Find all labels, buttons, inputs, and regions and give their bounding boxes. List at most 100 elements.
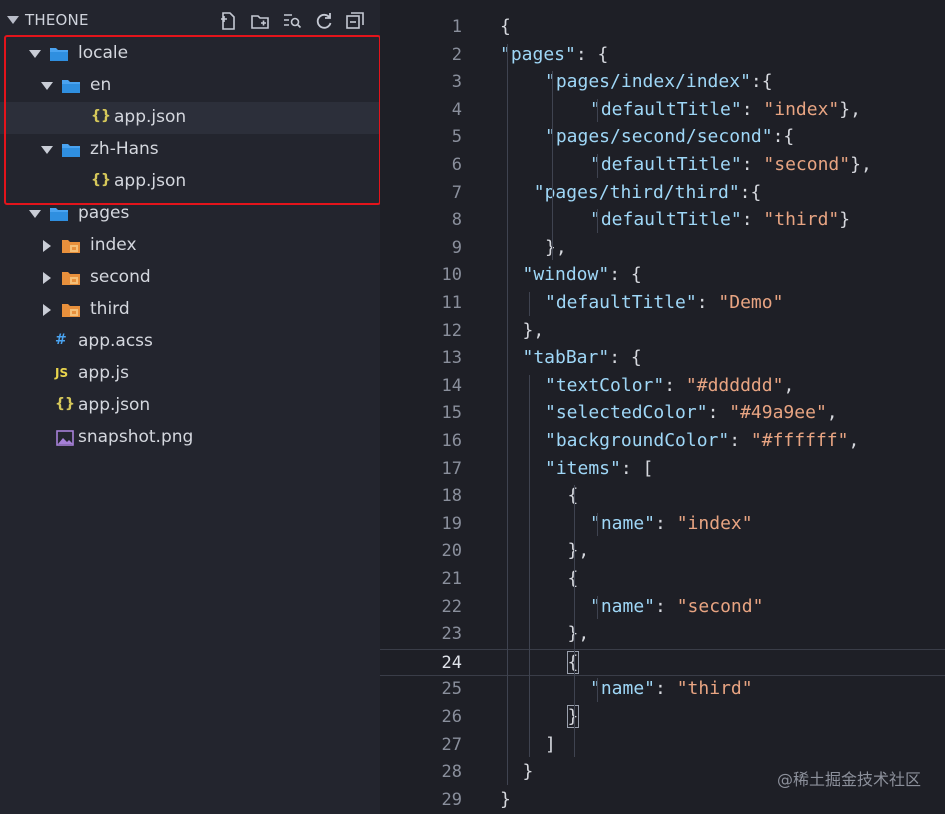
code-text: "defaultTitle": "Demo" <box>545 292 783 313</box>
json-key: "defaultTitle" <box>545 292 697 313</box>
code-line[interactable]: 26} <box>380 704 945 731</box>
code-line[interactable]: 6 "defaultTitle": "second"}, <box>380 152 945 179</box>
tree-item-index[interactable]: index <box>0 230 380 262</box>
tree-item-snapshot-png[interactable]: snapshot.png <box>0 422 380 454</box>
line-number: 7 <box>451 182 462 203</box>
code-editor[interactable]: 1{2 "pages": {3 "pages/index/index":{4 "def… <box>380 0 945 814</box>
line-number: 22 <box>441 596 462 617</box>
code-line[interactable]: 1{ <box>380 14 945 41</box>
json-punctuation: { <box>567 568 579 589</box>
chevron-right-icon[interactable] <box>43 304 51 316</box>
code-line[interactable]: 11 "defaultTitle": "Demo" <box>380 290 945 317</box>
line-number: 18 <box>441 486 462 507</box>
code-line[interactable]: 24 { <box>380 648 945 676</box>
line-number: 17 <box>441 458 462 479</box>
code-line[interactable]: 8 "defaultTitle": "third"} <box>380 207 945 234</box>
line-number: 1 <box>451 17 462 37</box>
tree-item-third[interactable]: third <box>0 294 380 326</box>
chevron-right-icon[interactable] <box>43 272 51 284</box>
folder-open-icon <box>50 208 68 221</box>
json-punctuation: , <box>848 430 860 451</box>
code-line[interactable]: 2 "pages": { <box>380 42 945 69</box>
code-text: }, <box>523 320 545 341</box>
indent-guide <box>596 512 598 537</box>
indent-guide <box>596 595 598 620</box>
tree-item-app-acss[interactable]: # app.acss <box>0 326 380 358</box>
tree-item-second[interactable]: second <box>0 262 380 294</box>
tree-item-app-js[interactable]: JS app.js <box>0 358 380 390</box>
json-punctuation: : <box>741 154 764 175</box>
new-folder-icon[interactable] <box>250 11 270 31</box>
code-text: "backgroundColor": "#ffffff", <box>545 430 859 451</box>
code-text: "items": [ <box>545 458 653 479</box>
code-line[interactable]: 7 "pages/third/third":{ <box>380 180 945 207</box>
code-line[interactable]: 3 "pages/index/index":{ <box>380 69 945 96</box>
code-text: }, <box>568 623 590 644</box>
tree-item-app-json[interactable]: {} app.json <box>0 390 380 422</box>
code-line[interactable]: 18 { <box>380 483 945 510</box>
code-text: }, <box>568 540 590 561</box>
line-number: 5 <box>451 127 462 148</box>
line-number: 10 <box>441 265 462 286</box>
tree-item-label: app.js <box>78 363 129 383</box>
code-line[interactable]: 13 "tabBar": { <box>380 345 945 372</box>
json-punctuation: } <box>522 761 534 783</box>
code-line[interactable]: 5 "pages/second/second":{ <box>380 124 945 151</box>
code-text: "pages/index/index":{ <box>545 71 773 92</box>
project-title: THEONE <box>25 11 89 29</box>
code-text: } <box>566 705 580 728</box>
indent-guide <box>596 678 598 702</box>
line-number: 9 <box>451 237 462 258</box>
search-file-icon[interactable] <box>282 11 302 31</box>
code-line[interactable]: 15 "selectedColor": "#49a9ee", <box>380 400 945 427</box>
page-folder-icon <box>62 240 80 253</box>
json-punctuation: }, <box>545 236 567 258</box>
json-key: "defaultTitle" <box>590 98 742 120</box>
tree-item-label: index <box>90 235 137 255</box>
code-line[interactable]: 23}, <box>380 621 945 648</box>
chevron-right-icon[interactable] <box>43 240 51 252</box>
line-number: 20 <box>441 541 462 562</box>
json-key: "pages/second/second" <box>545 126 773 148</box>
collapse-section-icon[interactable] <box>7 16 19 24</box>
code-text: "tabBar": { <box>523 347 642 368</box>
tree-item-label: second <box>90 267 151 287</box>
json-punctuation: : { <box>609 264 642 286</box>
indent-guide <box>596 98 598 123</box>
collapse-all-icon[interactable] <box>345 11 365 31</box>
code-text: "textColor": "#dddddd", <box>545 375 794 396</box>
code-line[interactable]: 14 "textColor": "#dddddd", <box>380 373 945 400</box>
json-key: "pages/third/third" <box>533 181 740 203</box>
code-line[interactable]: 19 "name": "index" <box>380 511 945 538</box>
code-line[interactable]: 25 "name": "third" <box>380 676 945 703</box>
json-key: "items" <box>545 457 621 479</box>
code-line[interactable]: 27] <box>380 732 945 759</box>
code-line[interactable]: 16 "backgroundColor": "#ffffff", <box>380 428 945 455</box>
code-line[interactable]: 4 "defaultTitle": "index"}, <box>380 97 945 124</box>
code-line[interactable]: 29} <box>380 787 945 814</box>
json-punctuation: , <box>783 374 795 396</box>
line-number: 29 <box>441 789 462 810</box>
json-punctuation: : <box>741 209 764 231</box>
code-line[interactable]: 12}, <box>380 318 945 345</box>
chevron-down-icon[interactable] <box>29 210 41 218</box>
code-line[interactable]: 21 { <box>380 566 945 593</box>
code-text: "name": "third" <box>590 678 753 699</box>
code-text: }, <box>545 237 567 258</box>
tree-item-label: snapshot.png <box>78 427 194 447</box>
json-key: "pages" <box>500 43 576 65</box>
code-line[interactable]: 9}, <box>380 235 945 262</box>
json-punctuation: : <box>655 595 677 617</box>
code-line[interactable]: 17 "items": [ <box>380 456 945 483</box>
refresh-icon[interactable] <box>314 11 334 31</box>
line-number: 12 <box>441 320 462 341</box>
json-punctuation: }, <box>567 540 590 562</box>
code-line[interactable]: 10 "window": { <box>380 262 945 289</box>
code-line[interactable]: 22 "name": "second" <box>380 594 945 621</box>
image-file-icon <box>56 430 74 446</box>
file-explorer: THEONE locale en{} app.json zh-Hans{} app.js… <box>0 0 381 814</box>
json-string: "third" <box>676 678 753 700</box>
code-line[interactable]: 20}, <box>380 538 945 565</box>
code-text: } <box>523 761 534 782</box>
new-file-icon[interactable] <box>218 11 238 31</box>
